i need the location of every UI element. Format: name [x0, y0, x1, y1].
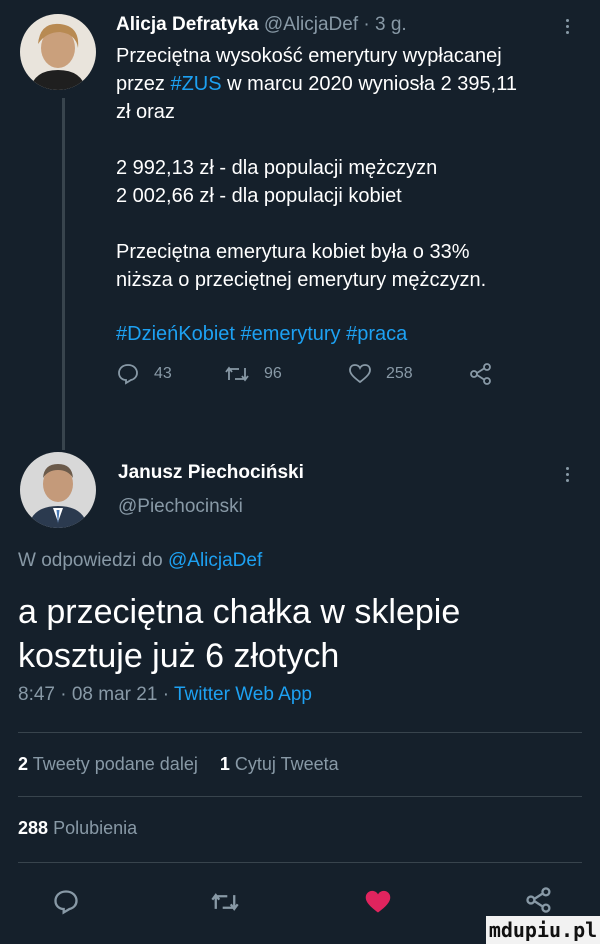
- quoted-line-2: przez #ZUS w marcu 2020 wyniosła 2 395,1…: [116, 73, 517, 95]
- retweet-icon: [211, 893, 239, 911]
- tweet-source-link[interactable]: Twitter Web App: [174, 684, 312, 705]
- main-text-line-2: kosztuje już 6 złotych: [18, 637, 340, 675]
- retweets-link[interactable]: 2 Tweety podane dalej: [18, 754, 203, 774]
- engagement-row: 2 Tweety podane dalej 1 Cytuj Tweeta: [18, 754, 339, 775]
- divider: [18, 732, 582, 733]
- quoted-author-name[interactable]: Alicja Defratyka: [116, 14, 259, 35]
- like-button[interactable]: [364, 888, 392, 921]
- watermark: mdupiu.pl: [486, 916, 600, 944]
- main-handle[interactable]: @Piechocinski: [118, 496, 243, 518]
- divider: [18, 796, 582, 797]
- share-icon: [526, 887, 551, 913]
- share-button[interactable]: [524, 886, 554, 919]
- more-options-icon[interactable]: [566, 16, 570, 37]
- quoted-line-5: 2 002,66 zł - dla populacji kobiet: [116, 185, 402, 207]
- like-stat[interactable]: 258: [348, 362, 468, 386]
- reply-button[interactable]: [52, 888, 80, 921]
- retweet-icon: [225, 366, 249, 382]
- reply-to-line: W odpowiedzi do @AlicjaDef: [18, 550, 263, 571]
- retweet-button[interactable]: [210, 888, 240, 921]
- thread-line: [62, 98, 65, 450]
- avatar-alicja[interactable]: [20, 14, 96, 90]
- quotes-link[interactable]: 1 Cytuj Tweeta: [220, 754, 339, 774]
- quoted-hashtags[interactable]: #DzieńKobiet #emerytury #praca: [116, 320, 586, 348]
- avatar-janusz[interactable]: [20, 452, 96, 528]
- quoted-line-6: Przeciętna emerytura kobiet była o 33%: [116, 241, 470, 263]
- heart-filled-icon: [365, 890, 391, 913]
- heart-icon: [349, 364, 371, 384]
- share-icon: [470, 363, 491, 385]
- reply-stat[interactable]: 43: [116, 362, 224, 386]
- main-text-line-1: a przeciętna chałka w sklepie: [18, 593, 461, 631]
- reply-to-handle[interactable]: @AlicjaDef: [168, 550, 262, 571]
- divider: [18, 862, 582, 863]
- reply-icon: [118, 364, 138, 385]
- quoted-line-4: 2 992,13 zł - dla populacji mężczyzn: [116, 157, 438, 179]
- main-author-name[interactable]: Janusz Piechociński: [118, 462, 304, 484]
- quoted-handle[interactable]: @AlicjaDef: [264, 14, 358, 35]
- hashtag-zus[interactable]: #ZUS: [170, 73, 221, 95]
- more-options-icon-main[interactable]: [566, 464, 570, 485]
- quoted-time[interactable]: · 3 g.: [363, 14, 406, 35]
- avatar-photo-icon: [20, 14, 96, 90]
- retweet-stat[interactable]: 96: [224, 362, 348, 386]
- likes-link[interactable]: 288 Polubienia: [18, 818, 137, 839]
- quoted-line-7: niższa o przeciętnej emerytury mężczyzn.: [116, 269, 487, 291]
- tweet-meta: 8:47 · 08 mar 21 · Twitter Web App: [18, 684, 312, 705]
- share-stat[interactable]: [468, 362, 494, 386]
- quoted-line-1: Przeciętna wysokość emerytury wypłacanej: [116, 45, 502, 67]
- reply-icon: [54, 890, 78, 915]
- avatar-photo-icon: [20, 452, 96, 528]
- quoted-line-3: zł oraz: [116, 101, 175, 123]
